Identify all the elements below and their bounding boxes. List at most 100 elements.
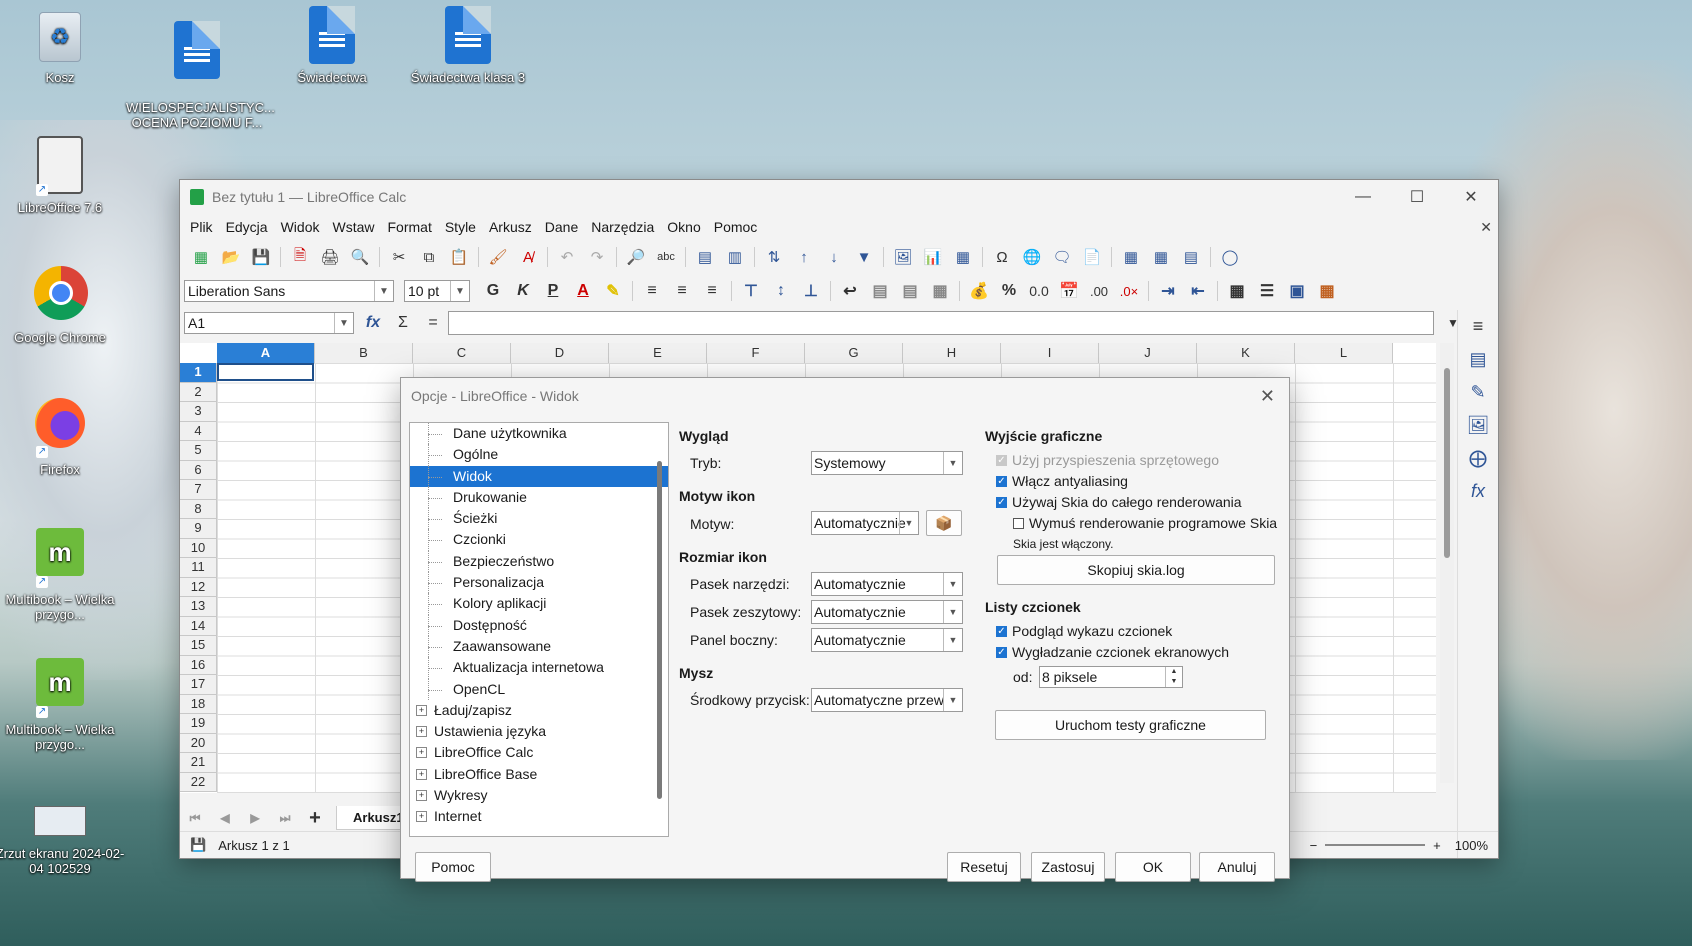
desktop-icon-libreoffice[interactable]: ↗ LibreOffice 7.6 [0, 136, 130, 215]
zoom-level[interactable]: 100% [1455, 838, 1488, 853]
tree-item-personalizacja[interactable]: Personalizacja [410, 572, 668, 594]
expand-icon[interactable]: + [416, 704, 427, 716]
insert-chart-icon[interactable]: 📊 [922, 247, 944, 267]
underline-icon[interactable]: P [540, 280, 566, 302]
styles-icon[interactable]: ✎ [1458, 376, 1498, 409]
row-header[interactable]: 11 [180, 558, 217, 578]
open-icon[interactable]: 📂 [220, 247, 242, 267]
column-header[interactable]: A [217, 343, 315, 364]
menu-dane[interactable]: Dane [541, 219, 587, 235]
menu-plik[interactable]: Plik [186, 219, 222, 235]
row-header[interactable]: 13 [180, 597, 217, 617]
reset-button[interactable]: Resetuj [947, 852, 1021, 882]
tree-item-zaawansowane[interactable]: Zaawansowane [410, 635, 668, 658]
special-character-icon[interactable]: Ω [991, 247, 1013, 267]
menu-widok[interactable]: Widok [277, 219, 329, 235]
align-top-icon[interactable]: ⊤ [738, 280, 764, 302]
border-color-icon[interactable]: ▣ [1284, 280, 1310, 302]
zoom-in-icon[interactable]: + [1433, 838, 1441, 853]
add-decimal-icon[interactable]: .00 [1086, 280, 1112, 302]
desktop-icon-document[interactable]: WIELOSPECJALISTYC... OCENA POZIOMU F... [126, 6, 275, 145]
define-print-area-icon[interactable]: ▦ [1120, 247, 1142, 267]
merge-cells-icon[interactable]: ▤ [867, 280, 893, 302]
align-left-icon[interactable]: ≡ [639, 280, 665, 302]
column-header[interactable]: L [1295, 343, 1393, 364]
expand-icon[interactable]: + [416, 811, 427, 823]
column-header[interactable]: H [903, 343, 1001, 364]
unmerge-cells-icon[interactable]: ▦ [927, 280, 953, 302]
checkbox-unchecked[interactable] [1013, 517, 1024, 529]
tree-item-ogolne[interactable]: Ogólne [410, 444, 668, 466]
tree-item-bezpieczenstwo[interactable]: Bezpieczeństwo [410, 550, 668, 573]
row-header[interactable]: 20 [180, 733, 217, 753]
srodkowy-przycisk-select[interactable]: Automatyczne przew ▼ [811, 688, 963, 712]
align-center-icon[interactable]: ≡ [669, 280, 695, 302]
function-wizard-icon[interactable]: fx [360, 312, 386, 334]
column-header[interactable]: J [1099, 343, 1197, 364]
zoom-slider[interactable] [1325, 844, 1426, 846]
row-header[interactable]: 19 [180, 714, 217, 734]
zoom-out-icon[interactable]: − [1310, 838, 1318, 853]
tree-item-opencl[interactable]: OpenCL [410, 678, 668, 701]
column-header[interactable]: E [609, 343, 707, 364]
export-pdf-icon[interactable]: 🗎 [289, 247, 311, 267]
first-sheet-icon[interactable]: ⏮ [182, 807, 208, 829]
add-icon-theme-button[interactable]: 📦 [926, 510, 962, 536]
chevron-down-icon[interactable]: ▼ [943, 689, 962, 711]
column-header[interactable]: C [413, 343, 511, 364]
chevron-down-icon[interactable]: ▼ [943, 629, 962, 651]
row-header[interactable]: 4 [180, 421, 217, 441]
help-button[interactable]: Pomoc [415, 852, 491, 882]
tree-item-dostepnosc[interactable]: Dostępność [410, 614, 668, 637]
motyw-select[interactable]: Automatycznie ▼ [811, 511, 919, 535]
tree-item-calc[interactable]: + LibreOffice Calc [410, 742, 668, 763]
row-header[interactable]: 5 [180, 441, 217, 461]
row-header[interactable]: 16 [180, 655, 217, 675]
column-header[interactable]: B [315, 343, 413, 364]
row-header[interactable]: 18 [180, 694, 217, 714]
panel-boczny-select[interactable]: Automatycznie ▼ [811, 628, 963, 652]
pasek-zeszytowy-select[interactable]: Automatycznie ▼ [811, 600, 963, 624]
row-header[interactable]: 14 [180, 616, 217, 636]
row-header[interactable]: 21 [180, 753, 217, 773]
skia-checkbox[interactable]: ✓ Używaj Skia do całego renderowania [996, 494, 1242, 510]
run-graphics-tests-button[interactable]: Uruchom testy graficzne [995, 710, 1266, 740]
spinner-arrows-icon[interactable]: ▲ ▼ [1165, 667, 1182, 687]
last-sheet-icon[interactable]: ⏭ [272, 807, 298, 829]
column-header[interactable]: K [1197, 343, 1295, 364]
menu-edycja[interactable]: Edycja [222, 219, 277, 235]
menu-okno[interactable]: Okno [663, 219, 709, 235]
next-sheet-icon[interactable]: ▶ [242, 807, 268, 829]
clone-formatting-icon[interactable]: 🖌 [487, 247, 509, 267]
column-icon[interactable]: ▥ [724, 247, 746, 267]
row-header[interactable]: 7 [180, 480, 217, 500]
vertical-scrollbar[interactable] [1440, 343, 1454, 783]
tree-item-dane-uzytkownika[interactable]: Dane użytkownika [410, 423, 668, 445]
expand-icon[interactable]: + [416, 726, 427, 738]
insert-image-icon[interactable]: 🖼 [892, 247, 914, 267]
menu-wstaw[interactable]: Wstaw [329, 219, 384, 235]
font-size-combo[interactable]: 10 pt ▼ [404, 280, 470, 302]
tree-item-laduj-zapisz[interactable]: + Ładuj/zapisz [410, 700, 668, 721]
sort-icon[interactable]: ⇅ [763, 247, 785, 267]
column-header[interactable]: D [511, 343, 609, 364]
row-header[interactable]: 10 [180, 538, 217, 558]
desktop-icon-multibook-2[interactable]: m ↗ Multibook – Wielka przygo... [0, 658, 130, 752]
row-header[interactable]: 2 [180, 382, 217, 402]
checkbox-checked[interactable]: ✓ [996, 496, 1007, 508]
close-button[interactable]: ✕ [1444, 187, 1498, 207]
expand-icon[interactable]: + [416, 790, 427, 802]
spelling-icon[interactable]: abc [655, 247, 677, 267]
cut-icon[interactable]: ✂ [388, 247, 410, 267]
maximize-button[interactable]: ☐ [1390, 187, 1444, 207]
desktop-icon-recycle-bin[interactable]: ♻ Kosz [0, 8, 130, 85]
functions-icon[interactable]: fx [1458, 475, 1498, 508]
tree-item-ustawienia-jezyka[interactable]: + Ustawienia języka [410, 721, 668, 742]
find-replace-icon[interactable]: 🔎 [625, 247, 647, 267]
menu-arkusz[interactable]: Arkusz [485, 219, 541, 235]
number-format-icon[interactable]: 0.0 [1026, 280, 1052, 302]
menu-narzedzia[interactable]: Narzędzia [587, 219, 663, 235]
align-right-icon[interactable]: ≡ [699, 280, 725, 302]
chevron-down-icon[interactable]: ▼ [899, 512, 918, 534]
sum-icon[interactable]: Σ [390, 312, 416, 334]
